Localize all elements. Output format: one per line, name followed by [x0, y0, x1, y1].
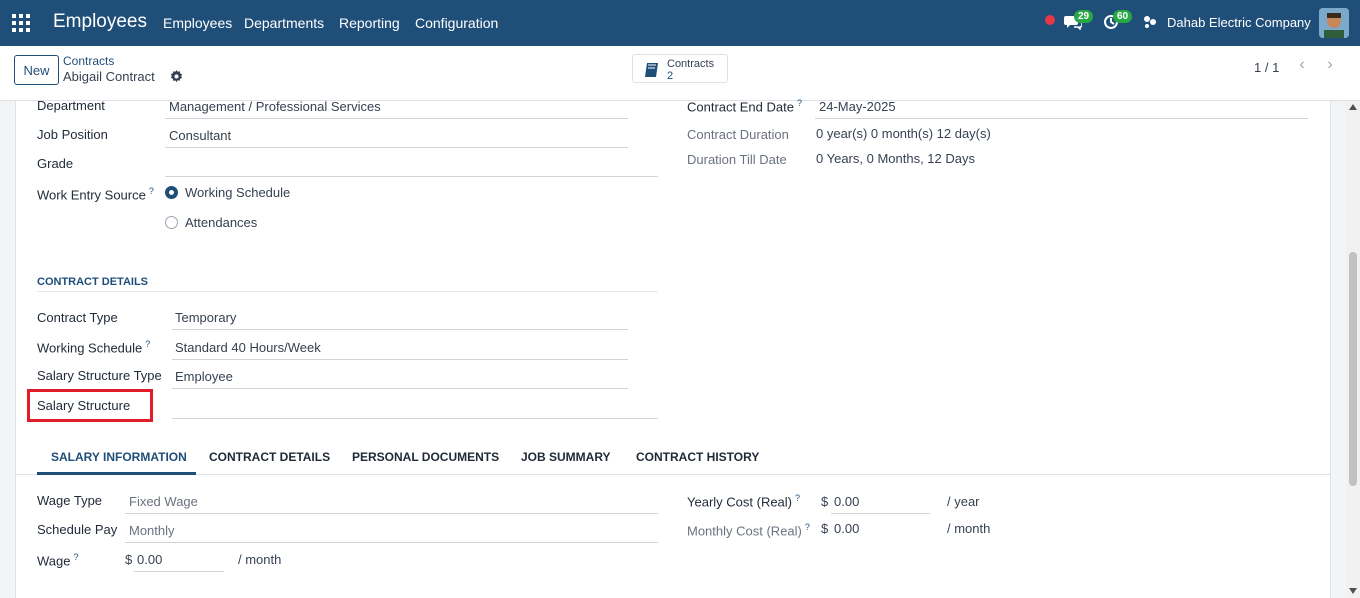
work-entry-source-label: Work Entry Source?: [37, 186, 154, 203]
pager-previous-icon[interactable]: ‹: [1289, 55, 1315, 77]
active-tab-indicator: [37, 472, 196, 475]
wage-underline: [134, 571, 224, 572]
tab-job-summary[interactable]: JOB SUMMARY: [521, 450, 611, 464]
help-icon[interactable]: ?: [805, 522, 810, 532]
app-title[interactable]: Employees: [53, 11, 147, 33]
activity-clock-icon[interactable]: 60: [1103, 10, 1133, 33]
help-icon[interactable]: ?: [149, 186, 154, 196]
contract-end-date-field[interactable]: 24-May-2025: [819, 99, 896, 114]
working-schedule-field[interactable]: Standard 40 Hours/Week: [175, 340, 321, 355]
salary-structure-type-field[interactable]: Employee: [175, 369, 233, 384]
pager-next-icon[interactable]: ›: [1317, 55, 1343, 77]
radio-attendances-label[interactable]: Attendances: [185, 215, 257, 230]
help-icon[interactable]: ?: [145, 339, 150, 349]
salary-structure-underline: [172, 418, 658, 419]
top-navbar: Employees Employees Departments Reportin…: [0, 0, 1360, 46]
wage-type-underline: [125, 513, 658, 514]
smart-button-count: 2: [667, 70, 674, 82]
yearly-cost-currency: $: [821, 494, 829, 509]
yearly-cost-label: Yearly Cost (Real)?: [687, 493, 801, 510]
chat-icon[interactable]: 29: [1064, 10, 1094, 33]
new-button[interactable]: New: [14, 55, 59, 85]
salary-structure-type-label: Salary Structure Type: [37, 368, 162, 383]
contract-type-label: Contract Type: [37, 310, 118, 325]
working-schedule-label: Working Schedule?: [37, 339, 151, 356]
scroll-up-arrow-icon[interactable]: [1349, 104, 1357, 110]
pager-value[interactable]: 1 / 1: [1254, 60, 1279, 75]
radio-working-schedule[interactable]: [165, 186, 178, 199]
control-panel: New Contracts Abigail Contract Contracts…: [0, 46, 1360, 101]
schedule-pay-field[interactable]: Monthly: [129, 523, 175, 538]
department-label: Department: [37, 98, 105, 113]
help-icon[interactable]: ?: [797, 98, 802, 108]
activity-count-badge: 60: [1113, 10, 1133, 23]
duration-till-date-label: Duration Till Date: [687, 152, 787, 167]
wage-label: Wage?: [37, 552, 79, 569]
contract-duration-label: Contract Duration: [687, 127, 789, 142]
apps-menu-icon[interactable]: [12, 14, 30, 32]
help-icon[interactable]: ?: [795, 493, 800, 503]
tabs-divider: [16, 474, 1330, 475]
section-divider: [37, 291, 658, 292]
grade-label: Grade: [37, 156, 74, 171]
contract-duration-value: 0 year(s) 0 month(s) 12 day(s): [816, 126, 991, 141]
schedule-pay-underline: [125, 542, 658, 543]
tab-personal-documents[interactable]: PERSONAL DOCUMENTS: [352, 450, 499, 464]
wage-unit: / month: [238, 552, 282, 567]
job-position-underline: [165, 147, 628, 148]
contract-type-underline: [172, 329, 628, 330]
scroll-down-arrow-icon[interactable]: [1349, 588, 1357, 594]
monthly-cost-currency: $: [821, 521, 829, 536]
gear-icon[interactable]: [170, 70, 183, 86]
job-position-label: Job Position: [37, 127, 108, 142]
wage-type-label: Wage Type: [37, 493, 103, 508]
tab-contract-details[interactable]: CONTRACT DETAILS: [209, 450, 330, 464]
company-name[interactable]: Dahab Electric Company: [1167, 15, 1311, 30]
breadcrumb-current: Abigail Contract: [63, 69, 155, 84]
salary-structure-type-underline: [172, 388, 628, 389]
wage-currency: $: [125, 552, 133, 567]
menu-reporting[interactable]: Reporting: [339, 15, 400, 31]
book-icon: [643, 61, 661, 82]
wage-field[interactable]: 0.00: [137, 552, 162, 567]
page-margin-left: [0, 101, 15, 598]
user-avatar[interactable]: [1319, 8, 1349, 38]
menu-departments[interactable]: Departments: [244, 15, 324, 31]
radio-working-schedule-label[interactable]: Working Schedule: [185, 185, 290, 200]
department-field[interactable]: Management / Professional Services: [169, 99, 381, 114]
contracts-smart-button[interactable]: Contracts 2: [632, 54, 728, 83]
tab-salary-information[interactable]: SALARY INFORMATION: [51, 450, 187, 464]
yearly-cost-underline: [831, 513, 930, 514]
salary-structure-highlight: [27, 389, 153, 422]
menu-employees[interactable]: Employees: [163, 15, 232, 31]
menu-configuration[interactable]: Configuration: [415, 15, 498, 31]
scrollbar-thumb[interactable]: [1349, 252, 1357, 486]
duration-till-date-value: 0 Years, 0 Months, 12 Days: [816, 151, 975, 166]
radio-attendances[interactable]: [165, 216, 178, 229]
monthly-cost-unit: / month: [947, 521, 991, 536]
breadcrumb-contracts[interactable]: Contracts: [63, 54, 114, 68]
schedule-pay-label: Schedule Pay: [37, 522, 118, 537]
smart-button-label: Contracts: [667, 58, 715, 70]
department-underline: [165, 118, 628, 119]
contract-end-date-underline: [815, 118, 1308, 119]
monthly-cost-label: Monthly Cost (Real)?: [687, 522, 810, 539]
page-margin-right: [1331, 101, 1346, 598]
working-schedule-underline: [172, 359, 628, 360]
monthly-cost-value: 0.00: [834, 521, 860, 536]
tab-contract-history[interactable]: CONTRACT HISTORY: [636, 450, 759, 464]
grade-underline: [165, 176, 658, 177]
section-title-contract-details: CONTRACT DETAILS: [37, 276, 149, 288]
company-switcher-icon[interactable]: [1143, 15, 1157, 32]
contract-type-field[interactable]: Temporary: [175, 310, 236, 325]
yearly-cost-field[interactable]: 0.00: [834, 494, 859, 509]
yearly-cost-unit: / year: [947, 494, 980, 509]
chat-count-badge: 29: [1074, 10, 1094, 23]
recording-indicator-icon[interactable]: [1045, 15, 1055, 25]
contract-end-date-label: Contract End Date?: [687, 98, 802, 115]
help-icon[interactable]: ?: [73, 552, 78, 562]
wage-type-field[interactable]: Fixed Wage: [129, 494, 198, 509]
job-position-field[interactable]: Consultant: [169, 128, 231, 143]
